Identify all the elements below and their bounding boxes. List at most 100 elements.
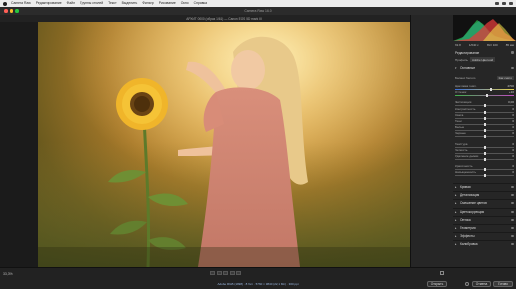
image-canvas[interactable] [38,22,410,267]
slider-row[interactable]: Оттенок +10 [453,90,516,98]
slider-value[interactable]: 0,00 [508,100,514,104]
window-title: Camera Raw 16.0 [244,9,272,13]
eye-icon[interactable] [511,202,514,205]
eye-icon[interactable] [511,218,514,221]
slider-handle[interactable] [483,174,486,178]
menu-item[interactable]: Редактирование [36,0,62,7]
zoom-window-icon[interactable] [15,9,19,13]
done-button[interactable]: Готово [493,281,513,287]
chevron-right-icon: ▸ [455,217,457,222]
slider-value[interactable]: 0 [512,125,514,129]
slider-value[interactable]: 0 [512,164,514,168]
slider-value[interactable]: 0 [512,113,514,117]
histogram-graph [453,19,516,41]
filmstrip-rail [0,22,38,267]
eye-icon[interactable] [511,67,514,69]
section-header[interactable]: ▸ Цветокоррекция [453,209,516,215]
eye-icon[interactable] [511,227,514,229]
file-info: АРХИТ 0000 (образ 1/61) — Canon EOS 5D m… [186,16,262,21]
slider-value[interactable]: 0 [512,119,514,123]
slider-value[interactable]: 0 [512,142,514,146]
menu-item[interactable]: Файл [67,0,75,7]
minimize-window-icon[interactable] [9,9,13,13]
slider-value[interactable]: 0 [512,148,514,152]
slider-row[interactable]: Черные 0 [453,131,516,139]
slider-value[interactable]: 0 [512,131,514,135]
histogram [453,15,516,41]
slider-label: Контрастность [455,106,476,111]
chevron-right-icon: ▸ [455,209,457,214]
cancel-button[interactable]: Отмена [472,281,491,287]
slider-value[interactable]: 0 [512,154,514,158]
photo-preview[interactable] [38,22,410,267]
menu-item[interactable]: Текст [108,0,117,7]
section-basic[interactable]: ▾ Основные [453,65,516,71]
slider-handle[interactable] [485,94,488,98]
section-header[interactable]: ▸ Эффекты [453,233,516,239]
slider-value[interactable]: 4700 [507,84,514,88]
section-header[interactable]: ▸ Оптика [453,217,516,223]
tool-strip [448,15,453,267]
view-swap-icon[interactable] [223,271,228,275]
view-settings-icon[interactable] [236,271,241,275]
chevron-right-icon: ▸ [455,242,457,247]
menu-item[interactable]: Выделить [122,0,138,7]
menu-item[interactable]: Фильтр [142,0,153,7]
view-copy-icon[interactable] [229,271,235,275]
chevron-right-icon: ▸ [455,234,457,239]
white-balance-select[interactable]: Как снято [496,76,514,80]
close-window-icon[interactable] [4,9,8,13]
eye-icon[interactable] [511,194,514,197]
section-label: Калибровка [460,242,478,247]
menu-item[interactable]: Группы стилей [80,0,103,7]
file-info-bar: АРХИТ 0000 (образ 1/61) — Canon EOS 5D m… [0,15,448,22]
eye-icon[interactable] [511,186,514,188]
slider-label: Насыщенность [455,170,477,175]
view-toggle-icon[interactable] [216,271,222,275]
zoom-level[interactable]: 33,3% [3,272,13,276]
slider-value[interactable]: 0 [512,107,514,111]
section-label: Геометрия [460,226,476,230]
section-header[interactable]: ▸ Калибровка [453,241,516,247]
wifi-icon[interactable] [495,2,499,5]
slider-track[interactable] [455,95,514,97]
section-label: Кривая [460,185,471,189]
slider-value[interactable]: 0 [512,170,514,174]
slider-row[interactable]: Удаление дымки 0 [453,154,516,162]
eye-icon[interactable] [511,243,514,246]
slider-label: Четкость [455,147,468,152]
slider-label: Текстура [455,141,468,146]
slider-label: Оттенок [455,90,467,95]
slider-label: Света [455,112,464,117]
slider-handle[interactable] [483,135,486,139]
chevron-right-icon: ▸ [455,193,457,198]
fullscreen-icon[interactable] [440,271,444,275]
slider-row[interactable]: Насыщенность 0 [453,170,516,178]
gear-icon[interactable] [465,282,469,286]
slider-label: Черные [455,131,466,136]
section-label: Детализация [460,193,480,198]
apple-logo-icon[interactable] [3,1,7,6]
section-header[interactable]: ▸ Геометрия [453,225,516,231]
menu-item[interactable]: Рисование [159,0,176,7]
slider-value[interactable]: +10 [509,90,514,94]
iso-value: ISO 100 [486,43,498,47]
panel-menu-icon[interactable] [511,51,514,54]
section-header[interactable]: ▸ Кривая [453,184,516,190]
battery-icon[interactable] [502,2,506,5]
view-before-after-icon[interactable] [210,271,215,275]
menu-item[interactable]: Справка [194,0,207,7]
clock-icon[interactable] [509,2,513,5]
slider-label: Цветовая темп. [455,84,477,88]
eye-icon[interactable] [511,210,514,213]
eye-icon[interactable] [511,235,514,238]
slider-handle[interactable] [483,158,486,161]
profile-select[interactable]: Adobe Цветной [469,57,496,62]
menu-item[interactable]: Camera Raw [11,0,31,7]
aperture-value: f/2.8 [455,43,461,47]
open-button[interactable]: Открыть [427,281,447,287]
section-header[interactable]: ▸ Смешение цветов [453,200,516,206]
section-header[interactable]: ▸ Детализация [453,192,516,198]
menu-item[interactable]: Окно [181,0,189,7]
camera-readout: f/2.8 1/640 с ISO 100 85 мм [453,41,516,49]
